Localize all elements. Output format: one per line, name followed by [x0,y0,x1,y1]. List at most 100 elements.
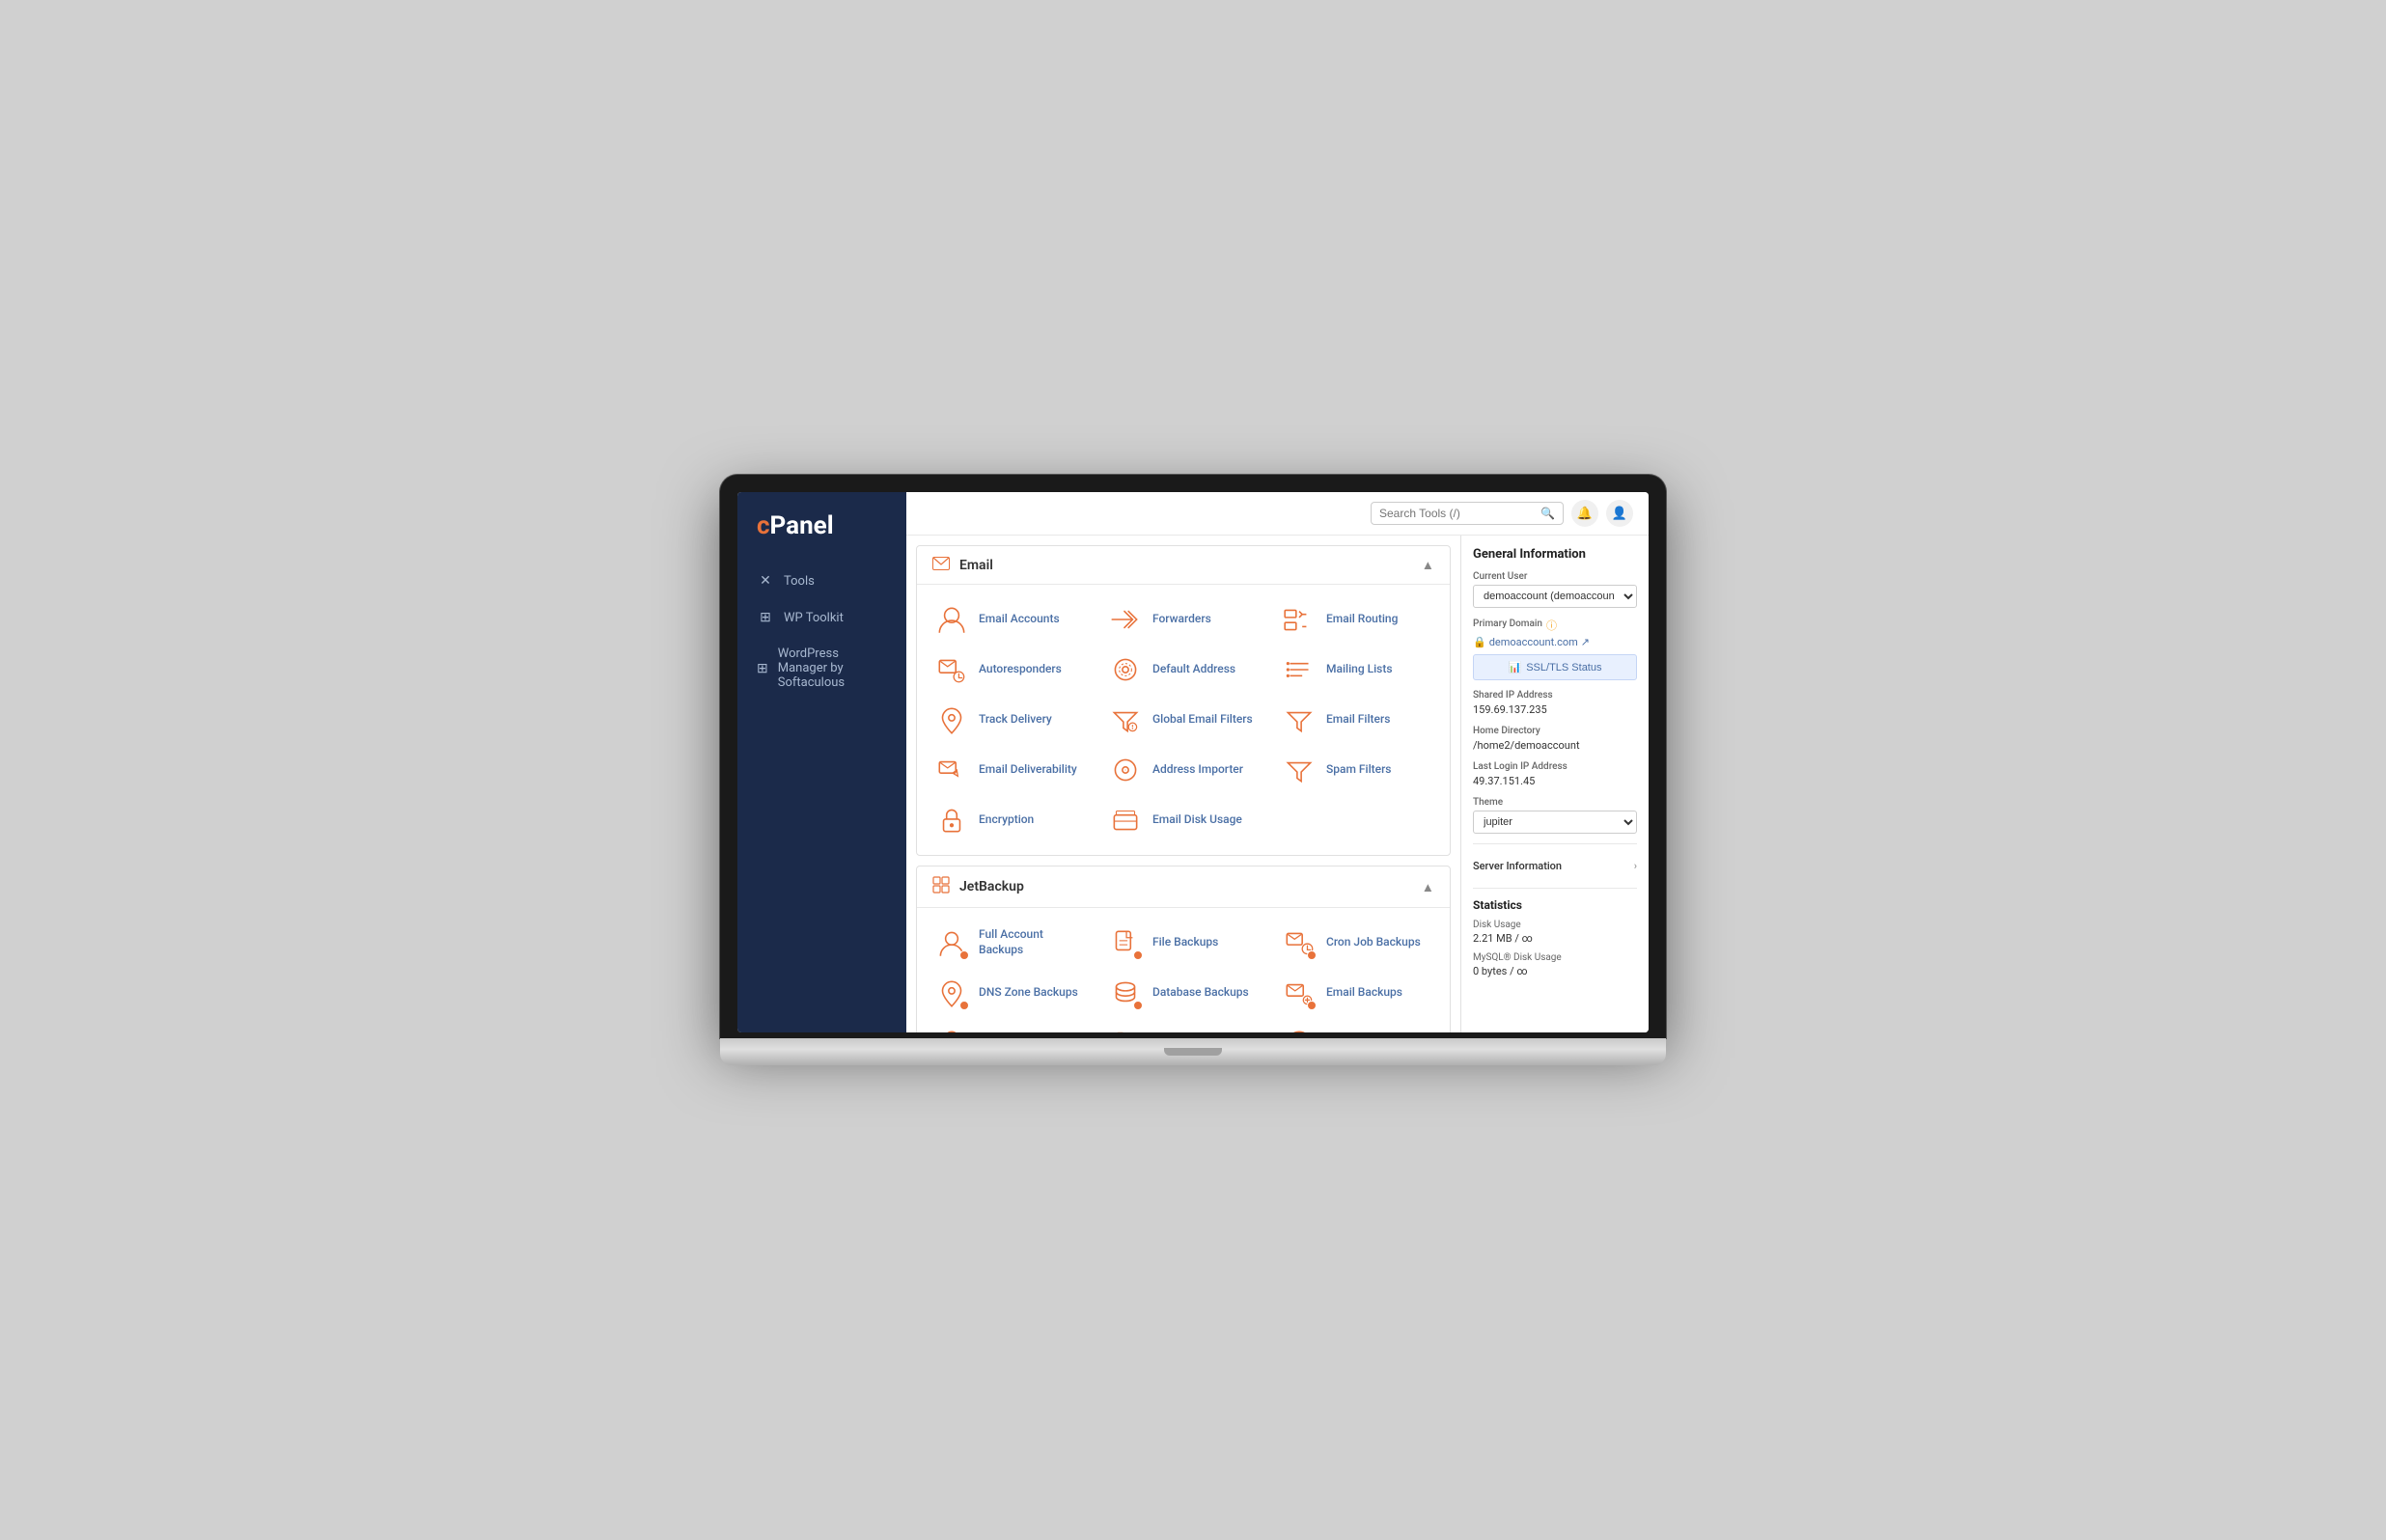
email-section-header-left: Email [932,556,993,574]
current-user-row: Current User demoaccount (demoaccount.co… [1473,571,1637,608]
full-account-backups-label: Full Account Backups [979,927,1085,957]
gdpr-compliance-item[interactable]: GDPR Compliance [1270,1018,1444,1032]
disk-usage-label: Disk Usage [1473,920,1637,930]
theme-label: Theme [1473,797,1637,808]
sidebar-nav: ✕ Tools ⊞ WP Toolkit ⊞ WordPress Manager… [737,564,906,700]
database-backups-item[interactable]: Database Backups [1096,968,1270,1018]
jetbackup-section-header[interactable]: JetBackup ▲ [917,866,1450,908]
email-backups-badge [1307,1001,1317,1010]
wp-manager-icon: ⊞ [757,661,768,676]
external-link-icon: ↗ [1581,636,1590,648]
database-backups-label: Database Backups [1152,985,1249,1001]
bell-button[interactable]: 🔔 [1571,500,1598,527]
laptop-wrapper: cPanel ✕ Tools ⊞ WP Toolkit ⊞ WordPress … [720,475,1666,1065]
cron-job-backups-item[interactable]: Cron Job Backups [1270,918,1444,968]
ssl-tls-button[interactable]: 📊 SSL/TLS Status [1473,654,1637,680]
current-user-select[interactable]: demoaccount (demoaccount.com) [1473,585,1637,608]
database-backups-icon [1108,976,1143,1010]
cron-job-backups-badge [1307,950,1317,960]
autoresponders-item[interactable]: Autoresponders [923,645,1096,695]
theme-select[interactable]: jupiter [1473,811,1637,834]
chevron-up-icon: ▲ [1422,558,1434,572]
email-disk-usage-item[interactable]: Email Disk Usage [1096,795,1270,845]
email-section-header[interactable]: Email ▲ [917,546,1450,585]
email-backups-item[interactable]: Email Backups [1270,968,1444,1018]
email-filters-label: Email Filters [1326,712,1390,728]
sidebar-item-tools[interactable]: ✕ Tools [737,564,906,598]
jetbackup-section-icon [932,876,950,897]
email-accounts-icon [934,602,969,637]
home-dir-row: Home Directory /home2/demoaccount [1473,726,1637,752]
jetbackup-grid: Full Account Backups [917,908,1450,1032]
default-address-label: Default Address [1152,662,1235,677]
encryption-item[interactable]: Encryption [923,795,1096,845]
sidebar-wp-toolkit-label: WP Toolkit [784,611,844,625]
email-filters-item[interactable]: Email Filters [1270,695,1444,745]
email-accounts-item[interactable]: Email Accounts [923,594,1096,645]
email-deliverability-label: Email Deliverability [979,762,1077,778]
search-icon[interactable]: 🔍 [1540,507,1555,520]
sidebar-item-wp-manager[interactable]: ⊞ WordPress Manager by Softaculous [737,637,906,700]
panels-area: Email ▲ [906,536,1460,1032]
header: 🔍 🔔 👤 [906,492,1649,536]
user-button[interactable]: 👤 [1606,500,1633,527]
autoresponders-icon [934,652,969,687]
default-address-icon [1108,652,1143,687]
jetbackup-collapse-button[interactable]: ▲ [1422,880,1434,894]
search-box[interactable]: 🔍 [1371,502,1564,525]
mysql-usage-label: MySQL® Disk Usage [1473,952,1637,963]
mailing-lists-label: Mailing Lists [1326,662,1393,677]
cron-job-backups-icon [1282,925,1317,960]
default-address-item[interactable]: Default Address [1096,645,1270,695]
forwarders-label: Forwarders [1152,612,1211,627]
email-deliverability-item[interactable]: Email Deliverability [923,745,1096,795]
global-email-filters-item[interactable]: Global Email Filters [1096,695,1270,745]
laptop-notch [1164,1048,1222,1056]
snapshots-item[interactable]: Snapshots [1096,1018,1270,1032]
theme-row: Theme jupiter [1473,797,1637,834]
email-section: Email ▲ [916,545,1451,856]
full-account-backups-item[interactable]: Full Account Backups [923,918,1096,968]
sidebar-wp-manager-label: WordPress Manager by Softaculous [778,646,887,690]
cpanel-logo-text: cPanel [757,511,887,540]
sidebar-tools-label: Tools [784,574,815,589]
user-icon: 👤 [1612,507,1627,521]
dns-zone-backups-icon [934,976,969,1010]
file-backups-item[interactable]: File Backups [1096,918,1270,968]
dns-zone-backups-item[interactable]: DNS Zone Backups [923,968,1096,1018]
autoresponders-label: Autoresponders [979,662,1062,677]
right-panel: General Information Current User demoacc… [1460,536,1649,1032]
server-info-row[interactable]: Server Information › [1473,854,1637,878]
primary-domain-link[interactable]: 🔒 demoaccount.com ↗ [1473,636,1637,648]
email-filters-icon [1282,702,1317,737]
shared-ip-row: Shared IP Address 159.69.137.235 [1473,690,1637,716]
spam-filters-item[interactable]: Spam Filters [1270,745,1444,795]
primary-domain-row: Primary Domain ⓘ 🔒 demoaccount.com ↗ 📊 S… [1473,618,1637,680]
database-backups-badge [1133,1001,1143,1010]
info-icon: ⓘ [1546,618,1557,633]
queue-icon [934,1026,969,1032]
mailing-lists-item[interactable]: Mailing Lists [1270,645,1444,695]
statistics-title: Statistics [1473,898,1637,912]
server-info-label: Server Information [1473,860,1562,872]
wp-toolkit-icon: ⊞ [757,610,774,625]
address-importer-item[interactable]: Address Importer [1096,745,1270,795]
email-backups-icon [1282,976,1317,1010]
email-disk-usage-label: Email Disk Usage [1152,812,1242,828]
email-routing-item[interactable]: Email Routing [1270,594,1444,645]
snapshots-icon [1108,1026,1143,1032]
track-delivery-item[interactable]: Track Delivery [923,695,1096,745]
ssl-chart-icon: 📊 [1509,661,1522,674]
email-collapse-button[interactable]: ▲ [1422,558,1434,572]
laptop-base [720,1038,1666,1065]
primary-domain-value: demoaccount.com [1489,636,1578,648]
address-importer-label: Address Importer [1152,762,1243,778]
global-email-filters-label: Global Email Filters [1152,712,1253,728]
last-login-row: Last Login IP Address 49.37.151.45 [1473,761,1637,787]
queue-item[interactable]: Queue [923,1018,1096,1032]
file-backups-label: File Backups [1152,935,1218,950]
jetbackup-section: JetBackup ▲ [916,866,1451,1032]
forwarders-item[interactable]: Forwarders [1096,594,1270,645]
search-input[interactable] [1379,507,1535,520]
sidebar-item-wp-toolkit[interactable]: ⊞ WP Toolkit [737,600,906,635]
